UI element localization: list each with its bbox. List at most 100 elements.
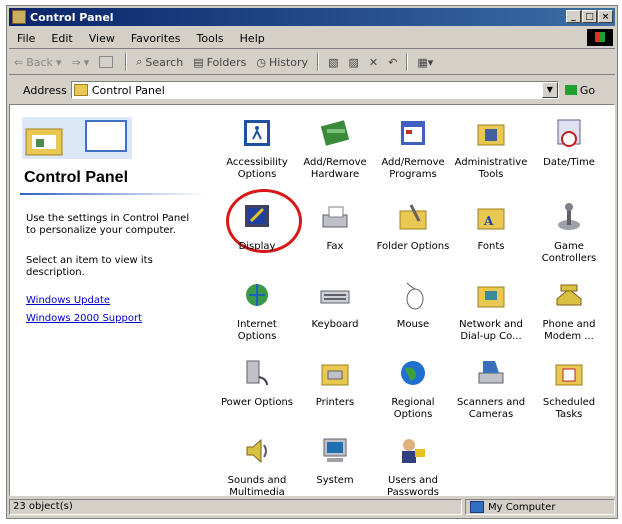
- delete-button[interactable]: ✕: [369, 56, 378, 69]
- item-add-remove-programs[interactable]: Add/Remove Programs: [374, 117, 452, 181]
- move-to-icon: ▧: [328, 55, 339, 69]
- address-field[interactable]: Control Panel ▼: [70, 81, 559, 99]
- item-users-passwords[interactable]: Users and Passwords: [374, 435, 452, 495]
- menu-edit[interactable]: Edit: [51, 32, 72, 45]
- folder-icon: [12, 10, 26, 24]
- history-button[interactable]: ◷ History: [256, 56, 308, 69]
- undo-button[interactable]: ↶: [388, 56, 397, 69]
- item-date-time[interactable]: Date/Time: [530, 117, 608, 169]
- display-icon: [245, 205, 269, 227]
- left-pane-title: Control Panel: [24, 169, 129, 186]
- menu-help[interactable]: Help: [240, 32, 265, 45]
- close-button[interactable]: ×: [598, 10, 613, 23]
- move-to-button[interactable]: ▧: [328, 56, 338, 69]
- item-folder-options[interactable]: Folder Options: [374, 201, 452, 253]
- item-regional-options[interactable]: Regional Options: [374, 357, 452, 421]
- control-panel-icon: [73, 84, 88, 96]
- item-display[interactable]: Display: [218, 201, 296, 253]
- item-sounds-multimedia[interactable]: Sounds and Multimedia: [218, 435, 296, 495]
- delete-icon: ✕: [368, 55, 379, 69]
- up-folder-icon: [99, 56, 114, 68]
- item-scheduled-tasks[interactable]: Scheduled Tasks: [530, 357, 608, 421]
- item-printers[interactable]: Printers: [296, 357, 374, 409]
- status-zone: My Computer: [465, 499, 615, 515]
- search-icon: ⌕: [136, 55, 143, 68]
- speaker-icon: [246, 438, 267, 464]
- item-add-remove-hardware[interactable]: Add/Remove Hardware: [296, 117, 374, 181]
- control-panel-window: Control Panel _ □ × File Edit View Favor…: [6, 5, 618, 519]
- folders-button[interactable]: ▤ Folders: [193, 56, 246, 69]
- item-phone-modem[interactable]: Phone and Modem ...: [530, 279, 608, 343]
- item-mouse[interactable]: Mouse: [374, 279, 452, 331]
- address-value[interactable]: Control Panel: [92, 84, 542, 97]
- menu-tools[interactable]: Tools: [197, 32, 224, 45]
- item-system[interactable]: System: [296, 435, 374, 487]
- mouse-icon: [406, 282, 424, 310]
- minimize-button[interactable]: _: [566, 10, 581, 23]
- clock-icon: [557, 119, 581, 147]
- folder-options-icon: [399, 204, 427, 230]
- network-icon: [477, 286, 505, 308]
- left-pane: Control Panel Use the settings in Contro…: [10, 105, 208, 495]
- my-computer-icon: [470, 501, 484, 513]
- go-arrow-icon: [564, 85, 577, 95]
- title-divider: [20, 193, 206, 195]
- up-folder-button[interactable]: [99, 56, 116, 68]
- windows-update-link[interactable]: Windows Update: [26, 295, 110, 306]
- forward-button[interactable]: ⇒ ▾: [71, 56, 89, 69]
- users-icon: [402, 439, 425, 463]
- status-object-count: 23 object(s): [9, 499, 462, 515]
- item-accessibility-options[interactable]: Accessibility Options: [218, 117, 296, 181]
- item-fax[interactable]: Fax: [296, 201, 374, 253]
- address-bar: Address Control Panel ▼ Go: [9, 78, 615, 102]
- fonts-icon: A: [477, 208, 505, 230]
- printer-icon: [321, 364, 349, 386]
- undo-icon: ↶: [388, 55, 398, 69]
- scanner-icon: [478, 361, 504, 384]
- accessibility-icon: [244, 120, 270, 146]
- internet-icon: [246, 284, 268, 306]
- windows-logo-icon: [587, 29, 613, 46]
- control-panel-banner-icon: [22, 117, 132, 159]
- title-bar[interactable]: Control Panel _ □ ×: [9, 8, 615, 26]
- copy-to-icon: ▨: [348, 55, 359, 69]
- content-area: Control Panel Use the settings in Contro…: [9, 104, 615, 496]
- item-scanners-cameras[interactable]: Scanners and Cameras: [452, 357, 530, 421]
- item-fonts[interactable]: A Fonts: [452, 201, 530, 253]
- chevron-down-icon: ▾: [83, 55, 90, 69]
- history-icon: ◷: [256, 55, 266, 69]
- search-button[interactable]: ⌕ Search: [136, 55, 183, 69]
- programs-icon: [401, 121, 425, 145]
- windows-2000-support-link[interactable]: Windows 2000 Support: [26, 313, 142, 324]
- item-internet-options[interactable]: Internet Options: [218, 279, 296, 343]
- chevron-down-icon: ▾: [427, 55, 434, 69]
- menu-file[interactable]: File: [17, 32, 35, 45]
- toolbar: ⇐ Back ▾ ⇒ ▾ ⌕ Search ▤ Folders ◷ Histor…: [9, 50, 615, 75]
- left-pane-description: Use the settings in Control Panel to per…: [26, 213, 190, 236]
- copy-to-button[interactable]: ▨: [348, 56, 358, 69]
- menu-favorites[interactable]: Favorites: [131, 32, 181, 45]
- item-game-controllers[interactable]: Game Controllers: [530, 201, 608, 265]
- item-administrative-tools[interactable]: Administrative Tools: [452, 117, 530, 181]
- admin-tools-icon: [477, 124, 505, 146]
- joystick-icon: [558, 203, 580, 230]
- toolbar-separator: [317, 53, 320, 71]
- item-network-dialup[interactable]: Network and Dial-up Co...: [452, 279, 530, 343]
- keyboard-icon: [320, 290, 350, 304]
- chevron-down-icon: ▾: [55, 55, 62, 69]
- toolbar-separator: [406, 53, 409, 71]
- address-dropdown-button[interactable]: ▼: [541, 82, 558, 98]
- power-icon: [246, 360, 268, 386]
- item-keyboard[interactable]: Keyboard: [296, 279, 374, 331]
- item-power-options[interactable]: Power Options: [218, 357, 296, 409]
- window-title: Control Panel: [30, 10, 114, 24]
- maximize-button[interactable]: □: [582, 10, 597, 23]
- views-icon: ▦: [417, 55, 428, 69]
- back-button[interactable]: ⇐ Back ▾: [14, 56, 61, 69]
- select-hint: Select an item to view its description.: [26, 255, 153, 278]
- menu-view[interactable]: View: [89, 32, 115, 45]
- folders-icon: ▤: [193, 55, 204, 69]
- views-button[interactable]: ▦ ▾: [417, 56, 433, 69]
- go-button[interactable]: Go: [564, 84, 595, 97]
- fax-icon: [322, 206, 348, 228]
